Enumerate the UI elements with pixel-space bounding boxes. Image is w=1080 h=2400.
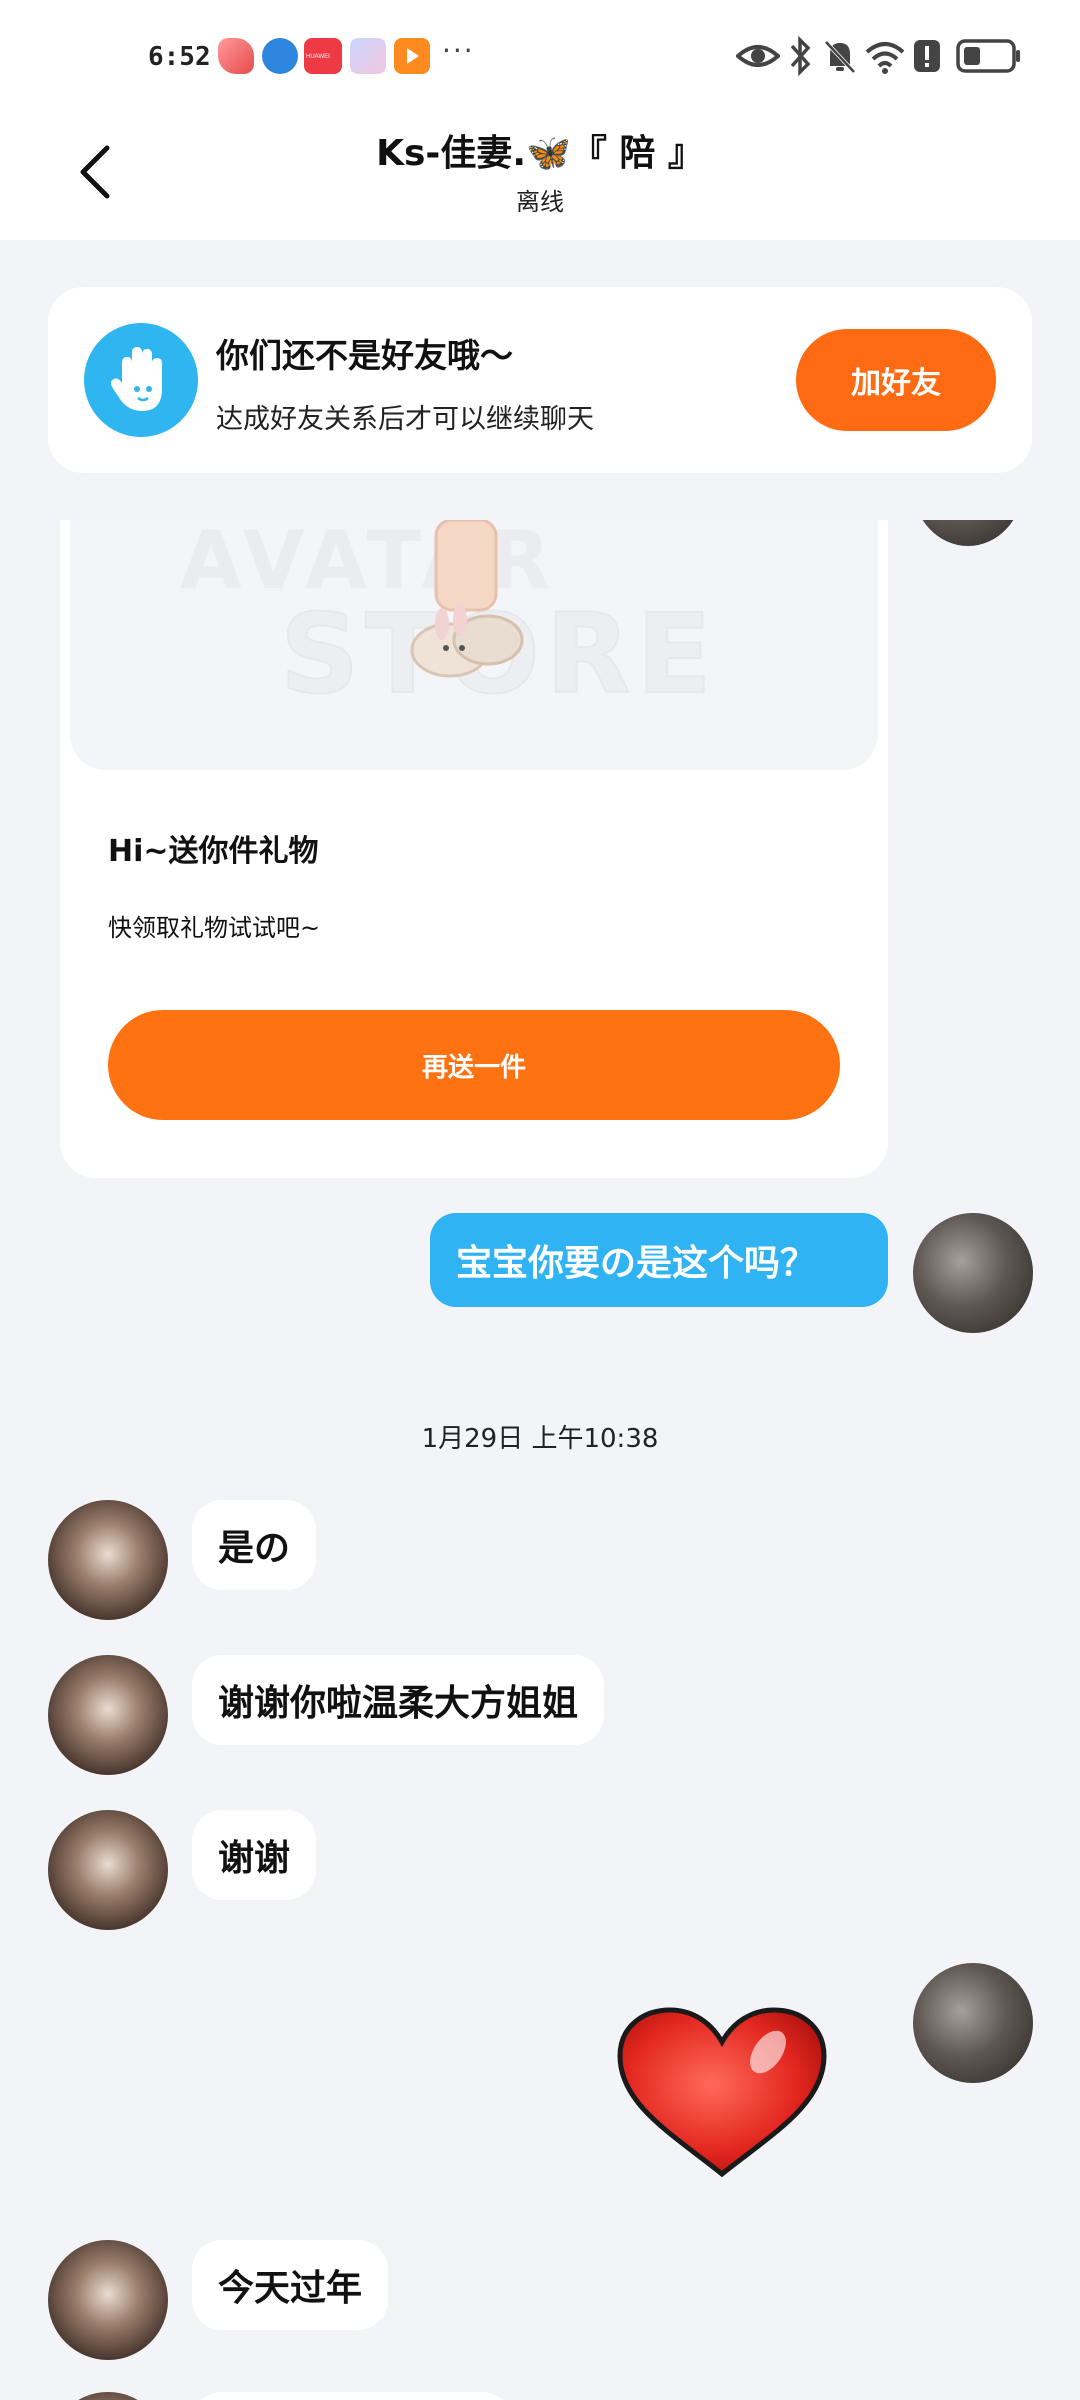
anime-app-icon: [350, 38, 386, 74]
heart-sticker-icon[interactable]: [612, 2004, 832, 2184]
battery-icon: [956, 39, 1020, 73]
add-friend-button[interactable]: 加好友: [796, 329, 996, 431]
contact-avatar[interactable]: [48, 2240, 168, 2360]
mute-bell-icon: [824, 40, 856, 74]
status-time: 6:52: [148, 42, 211, 72]
contact-name[interactable]: Ks-佳妻.🦋『 陪 』: [0, 124, 1080, 176]
chat-header: Ks-佳妻.🦋『 陪 』 离线: [0, 110, 1080, 240]
not-friends-banner: 你们还不是好友哦～ 达成好友关系后才可以继续聊天 加好友: [48, 287, 1032, 473]
send-another-gift-button[interactable]: 再送一件: [108, 1010, 840, 1120]
gift-card[interactable]: AVATAR STORE Hi~送你件礼物 快领取礼物试试吧~ 再送一件: [60, 520, 888, 1178]
bluetooth-icon: [790, 36, 811, 76]
message-timestamp: 1月29日 上午10:38: [421, 1424, 659, 1454]
eye-icon: [736, 45, 780, 67]
message-bubble-in[interactable]: 谢谢: [192, 1810, 317, 1900]
bunny-slippers-icon: [410, 520, 524, 678]
gift-image: AVATAR STORE: [70, 520, 878, 770]
my-avatar[interactable]: [913, 1963, 1033, 2083]
message-bubble-in[interactable]: 今天过年: [192, 2240, 389, 2330]
banner-subtitle: 达成好友关系后才可以继续聊天: [216, 404, 594, 435]
gift-description: 快领取礼物试试吧~: [108, 914, 321, 942]
browser-icon: [262, 38, 298, 74]
message-bubble-in[interactable]: 是の: [192, 1500, 317, 1590]
huawei-store-label: HUAWEI: [306, 54, 330, 60]
contact-online-status: 离线: [516, 188, 564, 216]
huawei-store-icon: HUAWEI: [304, 38, 342, 74]
gift-title: Hi~送你件礼物: [108, 834, 319, 869]
contact-avatar[interactable]: [48, 1500, 168, 1620]
contact-avatar[interactable]: [48, 2392, 168, 2400]
message-bubble-out[interactable]: 宝宝你要の是这个吗？: [430, 1213, 888, 1307]
contact-avatar[interactable]: [48, 1655, 168, 1775]
contact-avatar[interactable]: [48, 1810, 168, 1930]
my-avatar[interactable]: [913, 1213, 1033, 1333]
more-notifications: ···: [442, 34, 475, 67]
message-bubble-in[interactable]: [192, 2392, 512, 2400]
status-bar: 6:52 HUAWEI ···: [0, 0, 1080, 110]
app-icon: [218, 38, 254, 74]
banner-title: 你们还不是好友哦～: [216, 336, 513, 375]
hand-wave-icon: [84, 323, 198, 437]
message-bubble-in[interactable]: 谢谢你啦温柔大方姐姐: [192, 1655, 605, 1745]
video-app-icon: [394, 38, 430, 74]
alert-icon: [914, 40, 940, 72]
wifi-icon: [865, 42, 905, 74]
